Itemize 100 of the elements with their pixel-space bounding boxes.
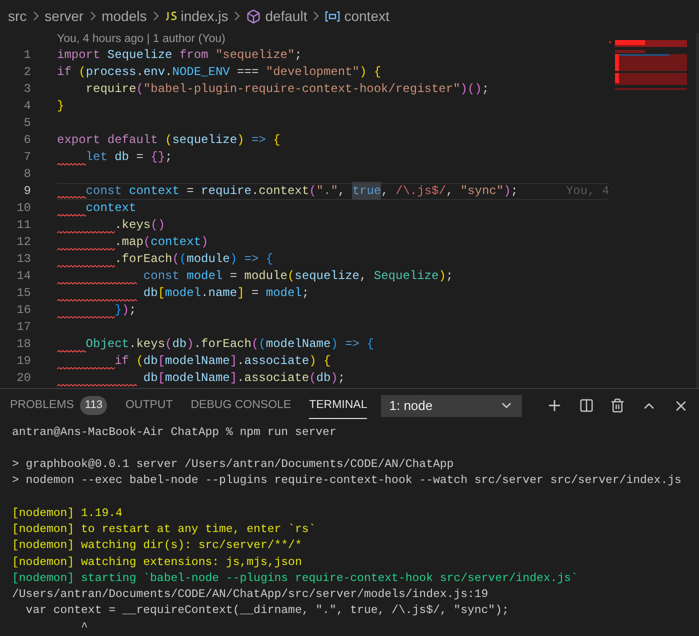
variable-icon: [325, 10, 340, 22]
code-token: context: [129, 183, 180, 200]
code-token: from: [179, 47, 210, 64]
code-token: =>: [250, 132, 267, 150]
code-token: .: [201, 285, 208, 302]
line-number: 19: [16, 353, 31, 370]
code-token: context: [258, 183, 310, 200]
breadcrumb-item[interactable]: context: [344, 6, 390, 27]
chevron-icon: [32, 11, 39, 22]
terminal-line: [nodemon] watching dir(s): src/server/**/*: [12, 538, 303, 554]
code-token: ;: [338, 370, 346, 388]
code-token: ;: [294, 47, 302, 64]
code-token: name: [208, 285, 238, 302]
code-token: ): [330, 336, 338, 354]
code-token: {: [266, 251, 274, 268]
code-token: module: [244, 268, 288, 286]
trash-icon[interactable]: [610, 398, 625, 414]
code-token: .: [237, 370, 244, 388]
code-token: ): [309, 353, 316, 370]
code-token: require: [201, 183, 252, 200]
code-token: ,: [359, 268, 368, 286]
code-token: ): [504, 183, 511, 200]
cube-icon: [246, 8, 262, 24]
code-token: import: [57, 47, 102, 64]
chevron-icon: [152, 11, 159, 22]
code-token: sequelize: [294, 268, 360, 286]
code-token: (: [165, 132, 172, 150]
code-token: db: [316, 370, 331, 388]
line-number: 15: [16, 285, 31, 302]
code-token: (: [251, 336, 259, 354]
code-token: ) {: [360, 64, 382, 82]
code-token: env: [143, 64, 166, 82]
panel-tab[interactable]: OUTPUT: [125, 392, 173, 419]
code-token: ): [230, 251, 238, 268]
code-token: "development": [266, 64, 360, 82]
breadcrumb-item[interactable]: src: [8, 6, 27, 27]
panel-tab[interactable]: TERMINAL: [309, 392, 368, 419]
code-token: [: [158, 370, 166, 388]
code-token: Sequelize: [374, 268, 439, 286]
codelens-text[interactable]: You, 4 hours ago | 1 author (You): [57, 31, 226, 49]
code-token: module: [186, 251, 230, 268]
terminal-line: > nodemon --exec babel-node --plugins require-context-hook --watch src/server src/server/index.js: [12, 473, 682, 490]
panel-tab[interactable]: DEBUG CONSOLE: [190, 392, 292, 419]
code-token: db: [143, 353, 158, 370]
split-icon[interactable]: [579, 398, 594, 414]
breadcrumb-item[interactable]: index.js: [180, 6, 228, 27]
breadcrumb-item[interactable]: default: [265, 6, 308, 27]
code-token: Object: [84, 336, 130, 354]
line-number: 1: [22, 47, 31, 64]
line-number: 5: [22, 115, 31, 132]
panel-tab[interactable]: PROBLEMS 113: [10, 392, 108, 419]
code-token: .map: [114, 234, 144, 252]
code-token: Sequelize: [107, 47, 174, 64]
code-token: (: [136, 81, 144, 98]
code-token: (: [287, 268, 295, 286]
code-token: .keys: [114, 217, 151, 234]
chevron-icon: [90, 11, 96, 22]
code-token: NODE_ENV: [172, 64, 230, 82]
code-token: (: [136, 353, 144, 370]
code-token: ): [330, 370, 338, 388]
code-token: .: [165, 64, 172, 82]
terminal-line: ^: [80, 620, 89, 636]
line-number: 8: [22, 166, 31, 184]
line-number: 9: [22, 183, 31, 200]
code-token: =>: [243, 251, 260, 268]
breadcrumb-item[interactable]: server: [44, 6, 84, 27]
code-token: [: [158, 353, 166, 370]
code-token: "babel-plugin-require-context-hook/register": [143, 81, 460, 98]
code-token: /\.js$/: [396, 183, 446, 200]
code-token: ".": [316, 183, 338, 200]
code-token: sequelize: [172, 132, 238, 150]
code-token: model: [266, 285, 302, 302]
line-number: 3: [22, 81, 31, 98]
code-token: (: [78, 64, 86, 82]
code-token: model: [165, 285, 202, 302]
code-token: }: [114, 302, 122, 320]
code-token: ,: [446, 183, 454, 200]
terminal-line: antran@Ans-MacBook-Air ChatApp % npm run server: [12, 424, 338, 441]
code-token: ,: [338, 183, 346, 200]
code-token: context: [84, 200, 136, 218]
code-token: modelName: [266, 336, 331, 354]
code-token: ,: [381, 183, 390, 200]
code-token: =: [250, 285, 260, 302]
terminal-line: [nodemon] to restart at any time, enter `rs`: [12, 522, 317, 538]
blame-annotation: You, 4: [566, 183, 610, 200]
code-token: ]: [230, 370, 238, 388]
code-token: if: [114, 353, 130, 370]
code-token: .forEach: [114, 251, 172, 268]
line-number: 12: [16, 234, 31, 252]
js-file-icon: [164, 11, 177, 22]
terminal-select[interactable]: 1: node: [381, 394, 522, 417]
count-badge: 113: [80, 396, 108, 415]
breadcrumb-item[interactable]: models: [102, 6, 147, 27]
chevron-icon: [313, 11, 320, 22]
code-token: db: [114, 149, 130, 166]
terminal-line: [nodemon] 1.19.4: [12, 506, 124, 522]
code-token: .: [237, 353, 244, 370]
code-token: ;: [165, 149, 172, 166]
code-token: ): [438, 268, 446, 286]
code-token: (: [165, 336, 172, 354]
